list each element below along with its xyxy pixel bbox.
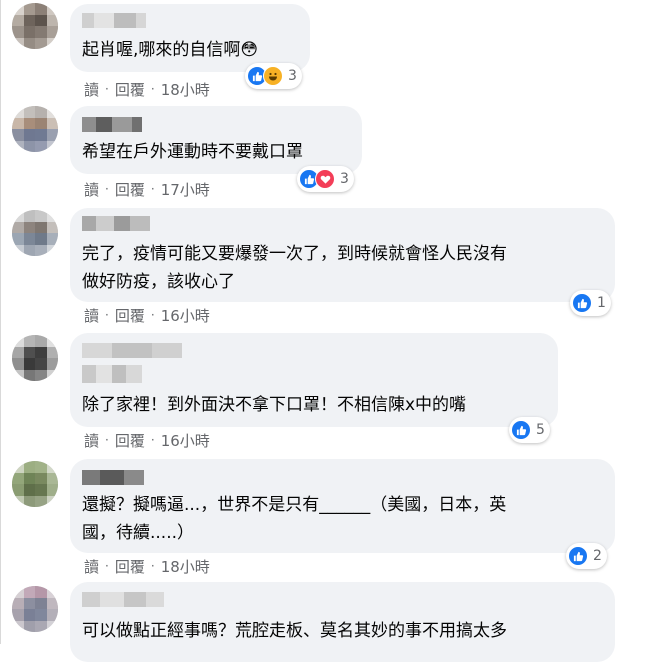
comment-text: 希望在戶外運動時不要戴口罩 [82,142,303,162]
separator-dot: · [150,433,155,447]
reply-link[interactable]: 回覆 [115,179,145,200]
separator-dot: · [150,308,155,322]
author-name-blurred[interactable] [82,13,146,28]
author-name-blurred[interactable] [82,216,150,231]
read-link[interactable]: 讀 [84,305,99,326]
reaction-summary[interactable]: 2 [566,543,607,569]
separator-dot: · [105,559,109,573]
reaction-summary[interactable]: 1 [570,290,611,316]
reaction-count: 1 [597,295,606,311]
author-name-blurred[interactable] [82,343,182,358]
author-name-blurred[interactable] [82,470,144,485]
comment-text: 起肖喔,哪來的自信啊😳 [82,40,259,60]
like-icon [511,420,531,440]
timestamp[interactable]: 18小時 [161,556,210,577]
read-link[interactable]: 讀 [84,430,99,451]
timestamp[interactable]: 17小時 [161,179,210,200]
comment-actions: 讀 · 回覆 · 16小時 [84,304,210,326]
reaction-summary[interactable]: 3 [245,63,302,89]
comment-bubble: 除了家裡！到外面決不拿下口罩！不相信陳x中的嘴 [70,333,558,427]
comment-bubble: 完了，疫情可能又要爆發一次了，到時候就會怪人民沒有 做好防疫，該收心了 [70,208,615,302]
comment-bubble: 可以做點正經事嗎？荒腔走板、莫名其妙的事不用搞太多 [70,582,615,662]
separator-dot: · [105,308,109,322]
comment-bubble: 還擬？擬嗎逼...，世界不是只有______（美國，日本，英 國，待續.....… [70,459,615,553]
read-link[interactable]: 讀 [84,556,99,577]
read-link[interactable]: 讀 [84,179,99,200]
like-icon [568,546,588,566]
timestamp[interactable]: 16小時 [161,430,210,451]
separator-dot: · [105,182,109,196]
reply-link[interactable]: 回覆 [115,305,145,326]
reply-link[interactable]: 回覆 [115,79,145,100]
comment-actions: 讀 · 回覆 · 16小時 [84,429,210,451]
reply-link[interactable]: 回覆 [115,556,145,577]
reply-link[interactable]: 回覆 [115,430,145,451]
author-name-blurred-line2 [82,365,142,383]
reaction-summary[interactable]: 5 [509,417,550,443]
comment-text: 可以做點正經事嗎？荒腔走板、莫名其妙的事不用搞太多 [82,621,507,641]
avatar[interactable] [12,210,58,256]
comment-actions: 讀 · 回覆 · 18小時 [84,78,210,100]
comment-text: 完了，疫情可能又要爆發一次了，到時候就會怪人民沒有 做好防疫，該收心了 [82,244,507,292]
comment-bubble: 希望在戶外運動時不要戴口罩 [70,106,362,174]
timestamp[interactable]: 16小時 [161,305,210,326]
haha-icon [263,66,283,86]
love-icon [315,169,335,189]
read-link[interactable]: 讀 [84,79,99,100]
avatar[interactable] [12,106,58,152]
comment-text: 除了家裡！到外面決不拿下口罩！不相信陳x中的嘴 [82,395,467,415]
avatar[interactable] [12,335,58,381]
reaction-count: 3 [288,68,297,84]
author-name-blurred[interactable] [82,592,164,607]
separator-dot: · [150,182,155,196]
comment-actions: 讀 · 回覆 · 18小時 [84,555,210,577]
comment-text: 還擬？擬嗎逼...，世界不是只有______（美國，日本，英 國，待續.....… [82,495,507,543]
separator-dot: · [150,82,155,96]
separator-dot: · [105,433,109,447]
avatar[interactable] [12,586,58,632]
timestamp[interactable]: 18小時 [161,79,210,100]
comment-actions: 讀 · 回覆 · 17小時 [84,178,210,200]
reaction-count: 5 [536,422,545,438]
reaction-count: 3 [340,171,349,187]
reaction-count: 2 [593,548,602,564]
avatar[interactable] [12,3,58,49]
separator-dot: · [105,82,109,96]
comment-bubble: 起肖喔,哪來的自信啊😳 [70,4,310,72]
left-edge-line [0,0,1,644]
like-icon [572,293,592,313]
reaction-summary[interactable]: 3 [297,166,354,192]
avatar[interactable] [12,461,58,507]
separator-dot: · [150,559,155,573]
author-name-blurred[interactable] [82,117,142,132]
